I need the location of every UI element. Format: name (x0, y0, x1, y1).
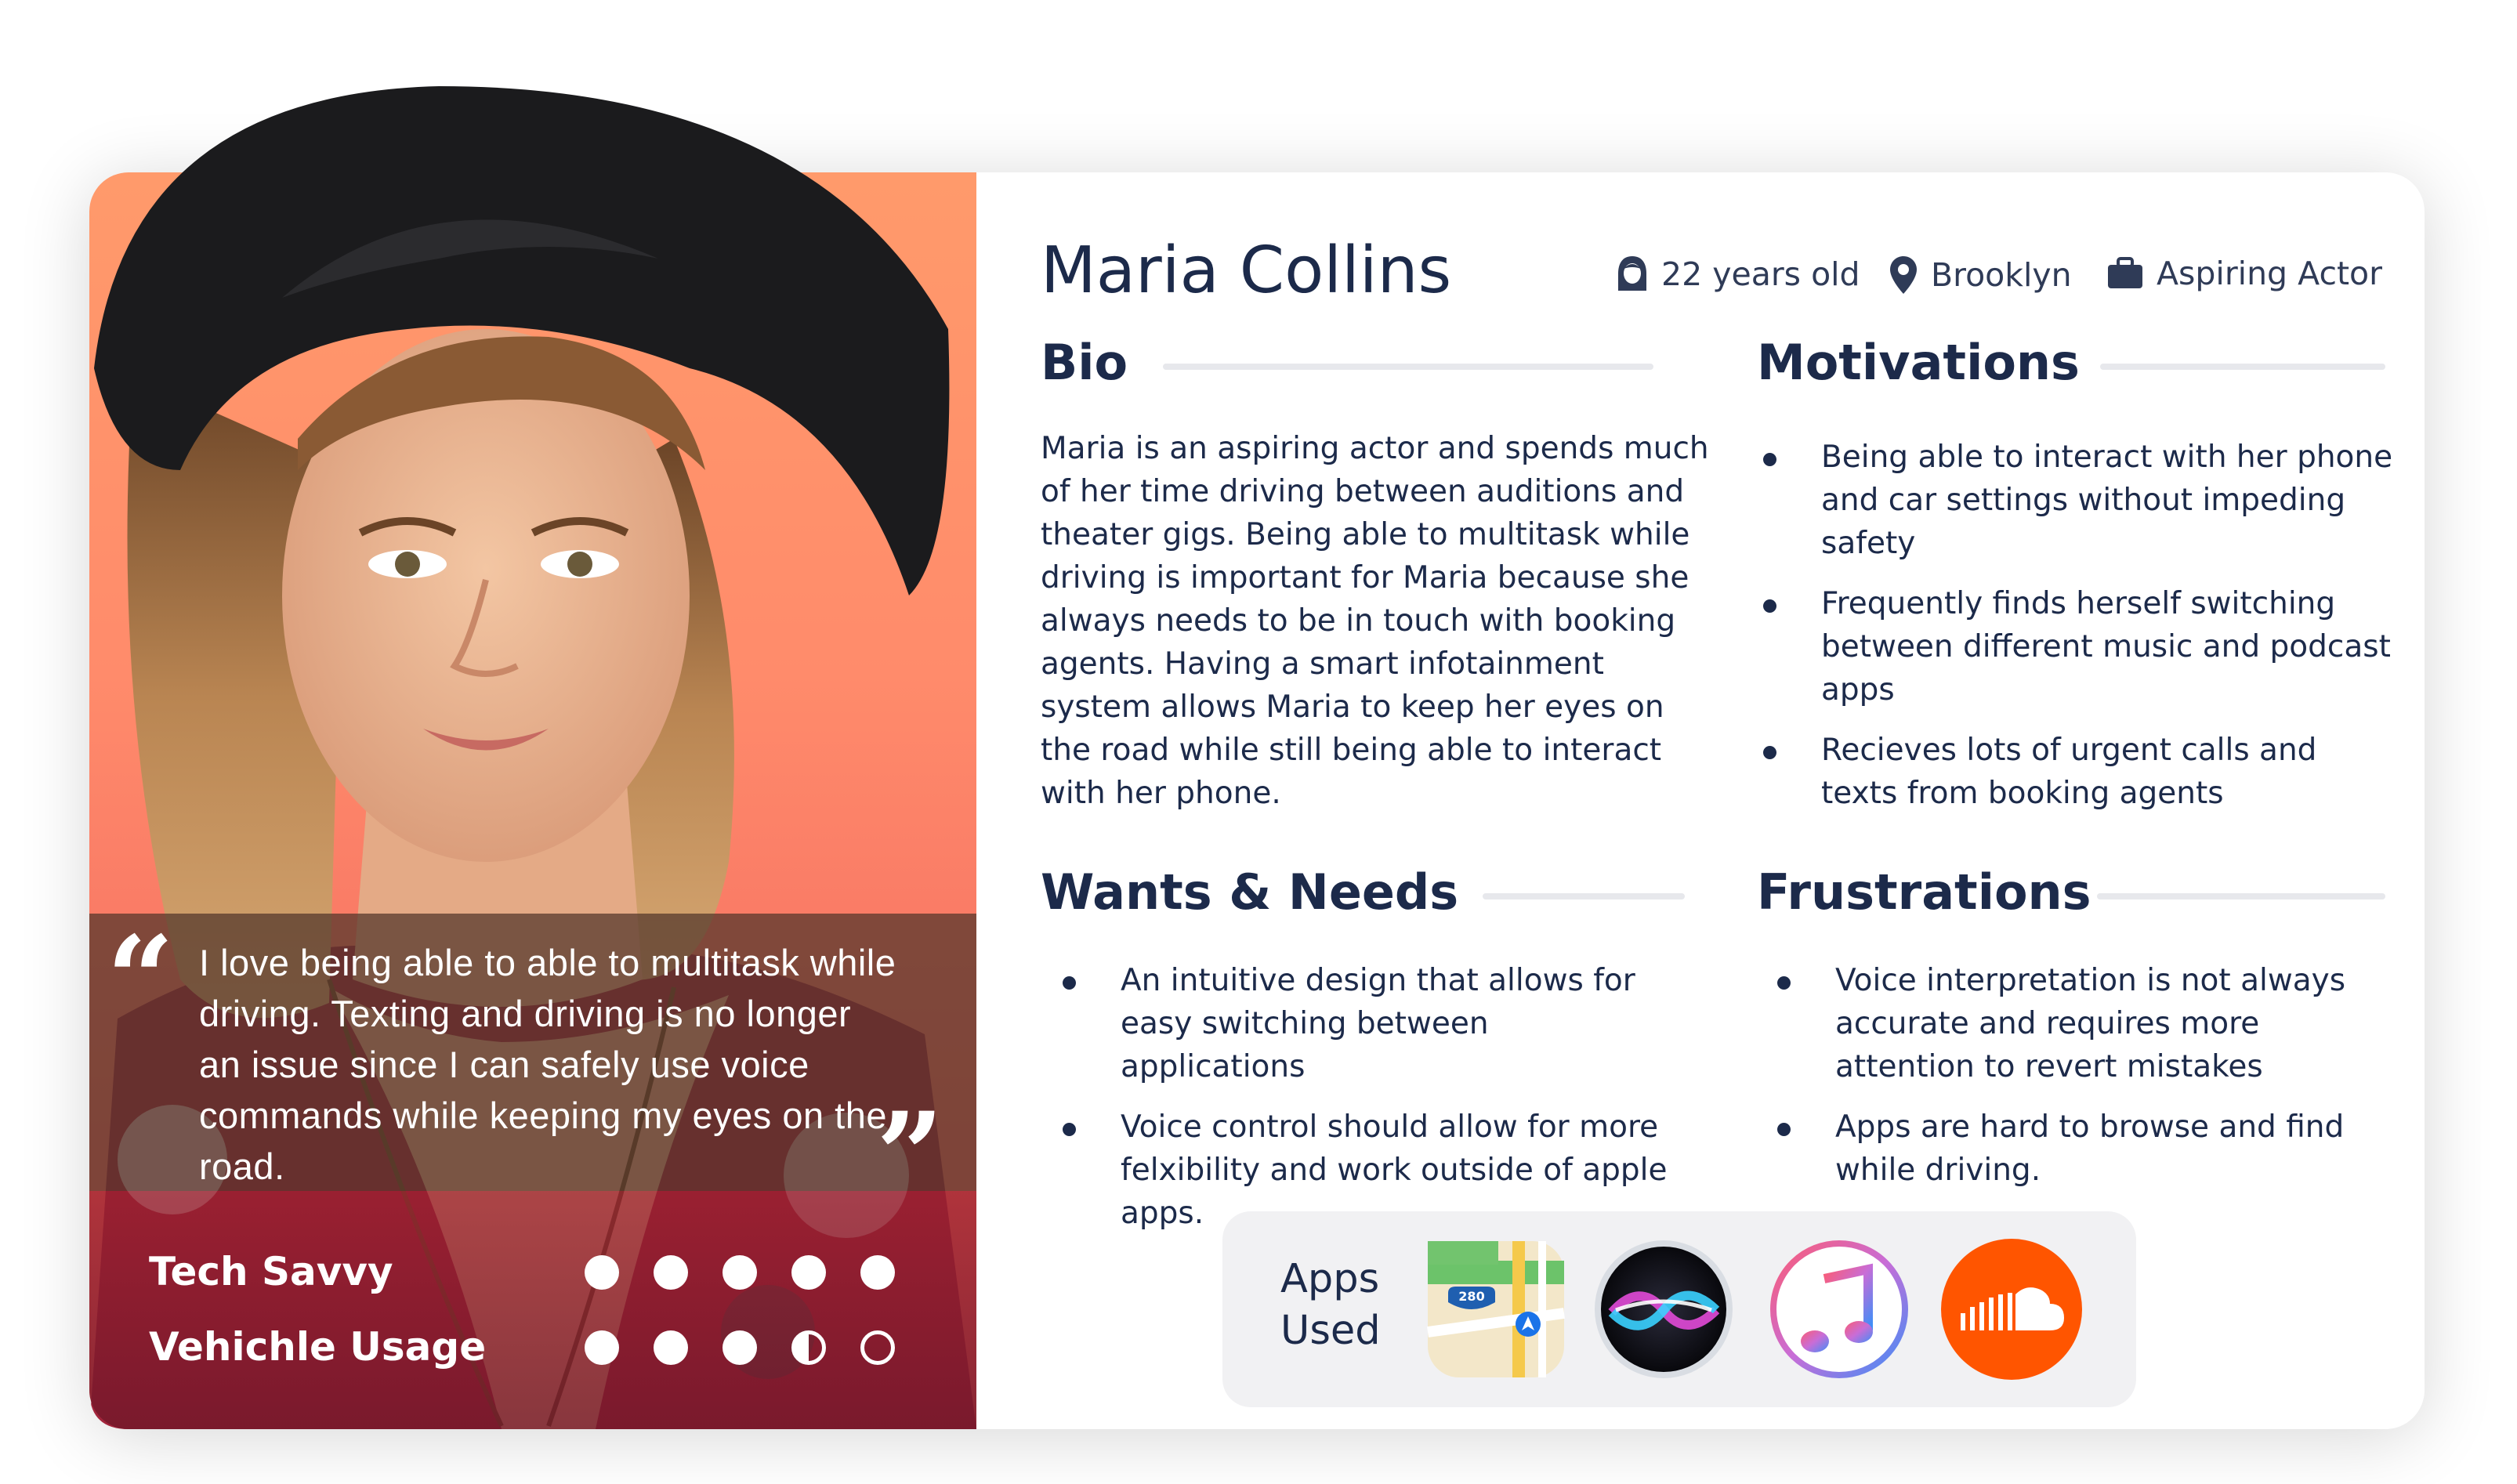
list-item: Frequently finds herself switching betwe… (1758, 582, 2401, 711)
close-quote-icon: ” (876, 1087, 944, 1225)
list-item: An intuitive design that allows for easy… (1058, 959, 1669, 1088)
frustrations-divider (2097, 893, 2385, 899)
frustrations-heading: Frustrations (1757, 863, 2091, 921)
rating-dot-filled (723, 1255, 757, 1290)
bio-text: Maria is an aspiring actor and spends mu… (1041, 431, 1709, 811)
rating-dot-filled (654, 1330, 688, 1365)
briefcase-icon (2108, 257, 2142, 288)
wants-needs-heading: Wants & Needs (1041, 863, 1459, 921)
wants-needs-divider (1483, 893, 1685, 899)
rating-dot-filled (654, 1255, 688, 1290)
rating-dot-filled (860, 1255, 895, 1290)
age-text: 22 years old (1661, 255, 1860, 293)
motivations-divider (2100, 364, 2385, 370)
bio-heading: Bio (1041, 334, 1128, 391)
persona-quote: I love being able to able to multitask w… (199, 942, 896, 1187)
persona-name: Maria Collins (1041, 233, 1452, 308)
stat-label-vehicle-usage: Vehichle Usage (149, 1324, 487, 1370)
list-item: Voice interpretation is not always accur… (1773, 959, 2392, 1088)
maps-shield-text: 280 (1458, 1289, 1484, 1304)
rating-tech-savvy (585, 1255, 895, 1290)
itunes-icon[interactable] (1768, 1238, 1910, 1381)
location-text: Brooklyn (1931, 256, 2072, 294)
location-pin-icon (1890, 256, 1917, 294)
list-item: Recieves lots of urgent calls and texts … (1758, 729, 2401, 815)
persona-age: 22 years old (1616, 255, 1860, 294)
wants-needs-list: An intuitive design that allows for easy… (1058, 959, 1669, 1252)
list-item: Being able to interact with her phone an… (1758, 436, 2401, 565)
persona-occupation: Aspiring Actor (2106, 255, 2382, 292)
maps-icon[interactable]: 280 (1425, 1238, 1567, 1381)
rating-dot-half (791, 1330, 826, 1365)
bio-divider (1163, 364, 1653, 370)
motivations-heading: Motivations (1757, 334, 2080, 391)
list-item: Apps are hard to browse and find while d… (1773, 1106, 2392, 1192)
rating-dot-empty (860, 1330, 895, 1365)
soundcloud-icon[interactable] (1940, 1238, 2083, 1381)
occupation-text: Aspiring Actor (2157, 255, 2383, 292)
rating-vehicle-usage (585, 1330, 895, 1365)
person-icon (1618, 256, 1646, 291)
siri-icon[interactable] (1592, 1238, 1735, 1381)
stats-panel (89, 1191, 976, 1429)
apps-used-label: Apps Used (1280, 1256, 1381, 1354)
motivations-list: Being able to interact with her phone an… (1758, 436, 2401, 832)
rating-dot-filled (791, 1255, 826, 1290)
rating-dot-filled (723, 1330, 757, 1365)
persona-location: Brooklyn (1889, 255, 2072, 295)
stat-label-tech-savvy: Tech Savvy (149, 1249, 393, 1294)
open-quote-icon: “ (107, 910, 175, 1048)
frustrations-list: Voice interpretation is not always accur… (1773, 959, 2392, 1209)
rating-dot-filled (585, 1330, 619, 1365)
rating-dot-filled (585, 1255, 619, 1290)
